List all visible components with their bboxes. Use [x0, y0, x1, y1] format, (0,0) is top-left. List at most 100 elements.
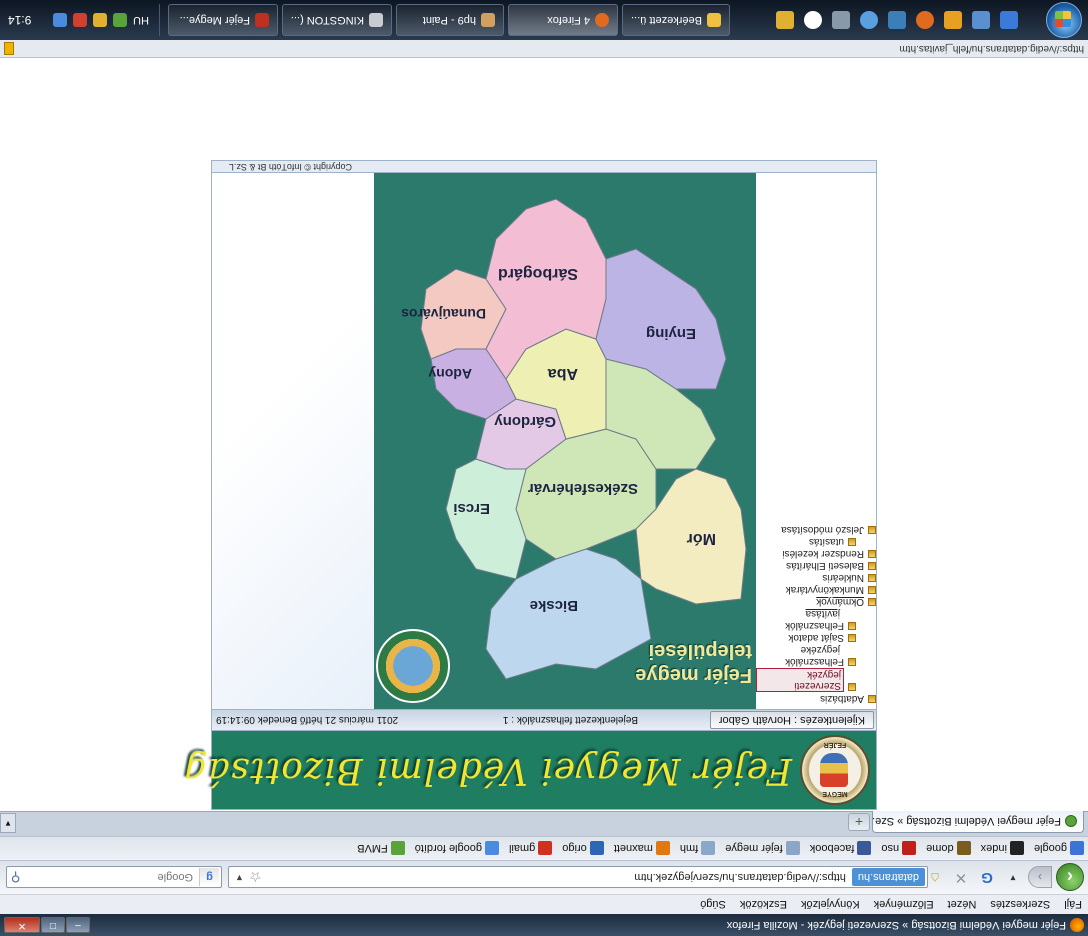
bookmark-item[interactable]: fmh [680, 841, 716, 856]
tray-volume-icon[interactable] [53, 13, 68, 27]
tray-network-icon[interactable] [113, 13, 128, 27]
new-tab-button[interactable]: + [848, 813, 870, 831]
quicklaunch-firefox-icon[interactable] [916, 11, 934, 29]
quicklaunch-app1-icon[interactable] [888, 11, 906, 29]
nav-item[interactable]: Felhasználók [756, 620, 876, 631]
google-icon [1070, 841, 1084, 856]
quicklaunch-explorer-icon[interactable] [972, 11, 990, 29]
page-frame: MEGYE FEJÉR Fejér Megyei Védelmi Bizotts… [183, 160, 877, 810]
menu-help[interactable]: Súgó [700, 899, 726, 911]
bookmark-item[interactable]: maxnett [614, 841, 670, 856]
bookmark-item[interactable]: FMVB [357, 841, 405, 856]
quicklaunch-ie-icon[interactable] [1000, 11, 1018, 29]
stop-icon[interactable]: ✕ [950, 867, 972, 889]
maxnett-icon [655, 841, 670, 856]
quicklaunch-media-icon[interactable] [804, 11, 822, 29]
search-icon[interactable]: ⚲ [11, 869, 21, 885]
quicklaunch-app4-icon[interactable] [776, 11, 794, 29]
forward-button[interactable]: › [1028, 866, 1052, 889]
menu-tools[interactable]: Eszközök [740, 899, 787, 911]
nav-item[interactable]: utasítás [756, 536, 876, 547]
tab-active[interactable]: Fejér megyei Védelmi Bizottság » Sze... [872, 811, 1084, 833]
bookmark-item[interactable]: origo [562, 841, 604, 856]
nav-item[interactable]: Szervezeti jegyzék [756, 668, 876, 692]
bookmark-label: fejér megye [725, 842, 783, 855]
nav-item[interactable]: Saját adatok [756, 632, 876, 643]
nav-item-label: Baleseti Elhárítás [786, 560, 864, 571]
nav-item[interactable]: Munkakönyvtárak [756, 584, 876, 595]
taskbar-button-firefox[interactable]: 4 Firefox [508, 4, 618, 36]
taskbar-label-firefox: 4 Firefox [547, 14, 590, 26]
bookmark-item[interactable]: fejér megye [725, 841, 800, 856]
menu-bookmarks[interactable]: Könyvjelzők [801, 899, 860, 911]
clock[interactable]: 9:14 [8, 13, 31, 27]
nav-item[interactable]: javítása [756, 608, 876, 619]
map-label-mor: Mór [687, 530, 716, 547]
bookmark-item[interactable]: nso [881, 841, 917, 856]
quicklaunch-folder-icon[interactable] [944, 11, 962, 29]
bookmark-star-icon[interactable]: ☆ [249, 868, 262, 885]
tray-app-icon[interactable] [93, 13, 108, 27]
map-region-ercsi[interactable] [445, 458, 527, 580]
window-controls: – □ ✕ [4, 917, 90, 933]
bookmark-label: gmail [508, 842, 536, 855]
reload-icon[interactable]: G [976, 867, 998, 889]
nav-item[interactable]: Jelszó módosítása [756, 524, 876, 535]
taskbar-button-fejer[interactable]: Fejér Megye... [168, 4, 278, 36]
search-engine-icon[interactable]: g [199, 868, 219, 886]
fmvb-icon [390, 841, 405, 856]
windows-flag-icon [1055, 11, 1071, 27]
logout-button[interactable]: Kijelentkezés : Horváth Gábor [709, 711, 874, 729]
search-input[interactable] [39, 871, 199, 883]
url-dropdown-icon[interactable]: ▼ [235, 873, 244, 883]
bookmark-label: FMVB [357, 842, 388, 855]
session-strip: Kijelentkezés : Horváth Gábor Bejelentke… [212, 709, 876, 731]
menu-file[interactable]: Fájl [1064, 899, 1082, 911]
dome-icon [956, 841, 971, 856]
tab-list-icon[interactable]: ▼ [0, 813, 16, 833]
page-icon [701, 841, 716, 856]
start-button[interactable] [1046, 2, 1082, 38]
url-text[interactable]: https://vedig.datatrans.hu/szervjegyzek.… [634, 871, 852, 883]
history-dropdown-icon[interactable]: ▾ [1002, 867, 1024, 889]
taskbar-button-mail[interactable]: Beérkezett ü... [622, 4, 730, 36]
menu-edit[interactable]: Szerkesztés [990, 899, 1050, 911]
tray-security-icon[interactable] [73, 13, 88, 27]
language-indicator[interactable]: HU [133, 14, 149, 26]
site-identity-button[interactable]: datatrans.hu [851, 868, 925, 886]
nav-item[interactable]: Rendszer kezelési [756, 548, 876, 559]
menu-view[interactable]: Nézet [948, 899, 977, 911]
bookmark-item[interactable]: google fordító [414, 841, 499, 856]
close-button[interactable]: ✕ [4, 917, 40, 933]
bookmark-label: google fordító [414, 842, 482, 855]
bookmark-item[interactable]: facebook [810, 841, 872, 856]
maximize-button[interactable]: □ [41, 917, 65, 933]
taskbar-button-kingston[interactable]: KINGSTON (... [282, 4, 392, 36]
nav-item[interactable]: Okmányok [756, 596, 876, 607]
notification-icon[interactable] [4, 42, 14, 55]
nav-item[interactable]: Adatbázis [756, 693, 876, 704]
bookmark-item[interactable]: gmail [508, 841, 553, 856]
bookmark-item[interactable]: index [981, 841, 1024, 856]
nav-item-label: Adatbázis [820, 693, 864, 704]
address-bar[interactable]: datatrans.hu https://vedig.datatrans.hu/… [228, 866, 928, 888]
taskbar-button-paint[interactable]: hp9 - Paint [396, 4, 504, 36]
screen: Fejér megyei Védelmi Bizottság » Szervez… [0, 0, 1088, 936]
quicklaunch-app3-icon[interactable] [832, 11, 850, 29]
folder-icon [868, 574, 876, 582]
bookmark-item[interactable]: google [1034, 841, 1084, 856]
index-icon [1009, 841, 1024, 856]
nav-item[interactable]: Baleseti Elhárítás [756, 560, 876, 571]
menu-history[interactable]: Előzmények [874, 899, 934, 911]
nav-item[interactable]: Nukleáris [756, 572, 876, 583]
search-box[interactable]: g ⚲ [6, 866, 222, 888]
nav-item-label: Felhasználók [785, 656, 844, 667]
back-button[interactable]: ‹ [1056, 863, 1084, 892]
nav-item[interactable]: jegyzéke [756, 644, 876, 655]
nav-item-label: Okmányok [816, 596, 864, 607]
nav-item[interactable]: Felhasználók [756, 656, 876, 667]
minimize-button[interactable]: – [66, 917, 90, 933]
quicklaunch-app2-icon[interactable] [860, 11, 878, 29]
bookmark-item[interactable]: dome [926, 841, 971, 856]
gmail-icon [538, 841, 553, 856]
